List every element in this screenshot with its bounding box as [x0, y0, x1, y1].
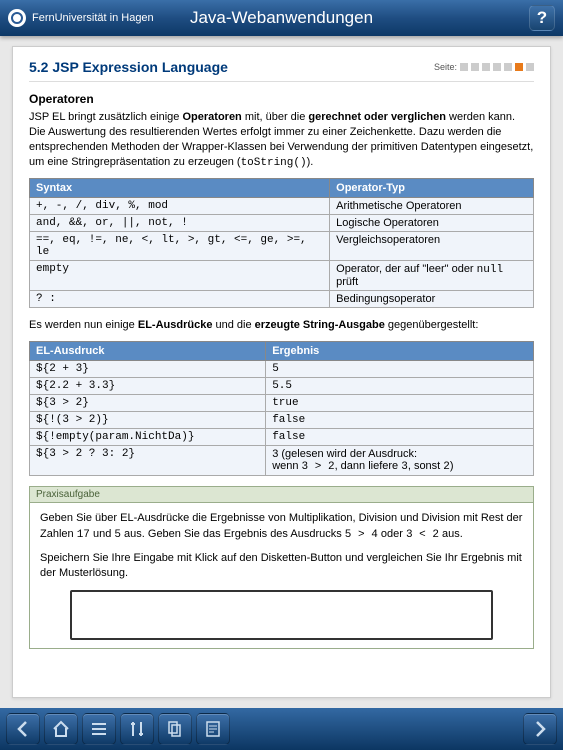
- table-row: +, -, /, div, %, modArithmetische Operat…: [30, 198, 534, 215]
- help-button[interactable]: ?: [529, 5, 555, 31]
- tools-button[interactable]: [120, 713, 154, 745]
- praxis-p2: Speichern Sie Ihre Eingabe mit Klick auf…: [40, 551, 523, 582]
- code-editor[interactable]: [70, 590, 493, 640]
- table-row: ? :Bedingungsoperator: [30, 291, 534, 308]
- next-button[interactable]: [523, 713, 557, 745]
- intro-paragraph: JSP EL bringt zusätzlich einige Operator…: [29, 110, 534, 170]
- table-row: ${2.2 + 3.3}5.5: [30, 378, 534, 395]
- logo-icon: [8, 9, 26, 27]
- contents-button[interactable]: [82, 713, 116, 745]
- praxis-box: Praxisaufgabe Geben Sie über EL-Ausdrück…: [29, 486, 534, 649]
- page-head: 5.2 JSP Expression Language Seite:: [29, 59, 534, 82]
- header-title: Java-Webanwendungen: [190, 8, 373, 28]
- th-res: Ergebnis: [266, 342, 534, 361]
- table-row: and, &&, or, ||, not, !Logische Operator…: [30, 215, 534, 232]
- page-title: 5.2 JSP Expression Language: [29, 59, 228, 75]
- page-dot[interactable]: [504, 63, 512, 71]
- home-icon: [51, 719, 71, 739]
- note-icon: [203, 719, 223, 739]
- page-dot-active[interactable]: [515, 63, 523, 71]
- praxis-body: Geben Sie über EL-Ausdrücke die Ergebnis…: [30, 503, 533, 648]
- notes-button[interactable]: [196, 713, 230, 745]
- page-card: 5.2 JSP Expression Language Seite: Opera…: [12, 46, 551, 698]
- page-dot[interactable]: [526, 63, 534, 71]
- table-row: ${!(3 > 2)}false: [30, 412, 534, 429]
- chevron-right-icon: [530, 719, 550, 739]
- expressions-table: EL-Ausdruck Ergebnis ${2 + 3}5 ${2.2 + 3…: [29, 341, 534, 476]
- page-dot[interactable]: [493, 63, 501, 71]
- section-heading: Operatoren: [29, 92, 534, 106]
- home-button[interactable]: [44, 713, 78, 745]
- seite-label: Seite:: [434, 62, 457, 72]
- tools-icon: [127, 719, 147, 739]
- page-dot[interactable]: [471, 63, 479, 71]
- chevron-left-icon: [13, 719, 33, 739]
- praxis-title: Praxisaufgabe: [30, 487, 533, 503]
- table-row: ==, eq, !=, ne, <, lt, >, gt, <=, ge, >=…: [30, 232, 534, 261]
- page-dot[interactable]: [482, 63, 490, 71]
- pages-button[interactable]: [158, 713, 192, 745]
- table-row: ${3 > 2}true: [30, 395, 534, 412]
- table-row: ${2 + 3}5: [30, 361, 534, 378]
- logo-area: FernUniversität in Hagen: [8, 9, 154, 27]
- content-scroll[interactable]: 5.2 JSP Expression Language Seite: Opera…: [0, 36, 563, 708]
- th-syntax: Syntax: [30, 179, 330, 198]
- prev-button[interactable]: [6, 713, 40, 745]
- praxis-p1: Geben Sie über EL-Ausdrücke die Ergebnis…: [40, 511, 523, 543]
- table-header-row: Syntax Operator-Typ: [30, 179, 534, 198]
- logo-text: FernUniversität in Hagen: [32, 12, 154, 24]
- table-row: ${3 > 2 ? 3: 2}3 (gelesen wird der Ausdr…: [30, 446, 534, 476]
- table-row: ${!empty(param.NichtDa)}false: [30, 429, 534, 446]
- list-icon: [89, 719, 109, 739]
- pages-icon: [165, 719, 185, 739]
- th-expr: EL-Ausdruck: [30, 342, 266, 361]
- operators-table: Syntax Operator-Typ +, -, /, div, %, mod…: [29, 178, 534, 308]
- app-header: FernUniversität in Hagen Java-Webanwendu…: [0, 0, 563, 36]
- page-dot[interactable]: [460, 63, 468, 71]
- th-typ: Operator-Typ: [330, 179, 534, 198]
- table-header-row: EL-Ausdruck Ergebnis: [30, 342, 534, 361]
- mid-paragraph: Es werden nun einige EL-Ausdrücke und di…: [29, 318, 534, 333]
- footer-toolbar: [0, 708, 563, 750]
- page-indicator: Seite:: [434, 62, 534, 72]
- table-row: emptyOperator, der auf "leer" oder null …: [30, 261, 534, 291]
